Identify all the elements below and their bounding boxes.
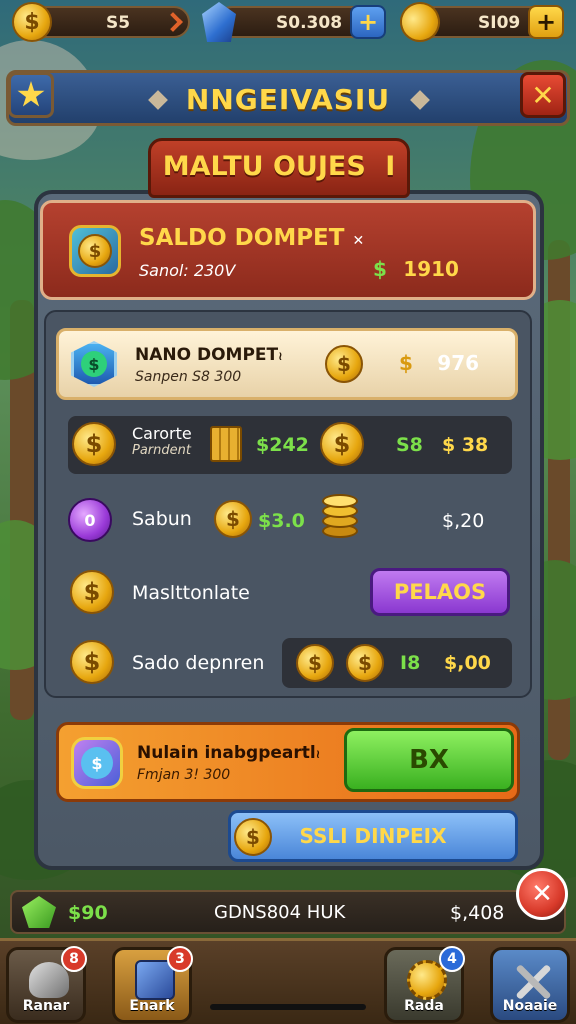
nav-item-noaaie[interactable]: Noaaie <box>490 947 570 1023</box>
nano-value: $ 976 <box>399 351 480 375</box>
green-gem-icon <box>22 896 56 928</box>
home-indicator <box>210 1004 366 1010</box>
coin-icon: $ <box>346 644 384 682</box>
sado-label: Sado depnren <box>132 652 265 674</box>
page-title: NNGEIVASIU <box>185 83 391 116</box>
coin-icon: $ <box>12 2 52 42</box>
coin-icon: $ <box>296 644 334 682</box>
nav-item-ranar[interactable]: Ranar 8 <box>6 946 87 1023</box>
maslttonlate-label: Maslttonlate <box>132 582 250 604</box>
coin-icon: $ <box>320 422 364 466</box>
carorte-green-value-2: S8 <box>396 434 423 456</box>
wallet-title: SALDO DOMPET ✕ <box>139 225 365 251</box>
helmet-icon <box>29 962 69 998</box>
coin-stack-icon <box>320 494 360 542</box>
coins-counter: S5 <box>28 6 190 38</box>
coins-value: S5 <box>106 13 131 33</box>
coin-icon: $ <box>72 422 116 466</box>
sabun-value: $,20 <box>442 510 485 532</box>
gold-value: SI09 <box>478 13 521 33</box>
plus-icon: + <box>357 8 379 36</box>
close-icon: ✕ <box>531 78 555 112</box>
add-gems-button[interactable]: + <box>350 5 386 39</box>
nano-title: NANO DOMPET≀ <box>135 345 283 365</box>
sabun-green-value: $3.0 <box>258 510 305 532</box>
list-item-nano-dompet[interactable]: $ NANO DOMPET≀ Sanpen S8 300 $ $ 976 <box>56 328 518 400</box>
footer-center-text: GDNS804 HUK <box>214 902 346 923</box>
coin-icon: $ <box>70 570 114 614</box>
list-item-maslttonlate[interactable]: $ Maslttonlate PELAOS <box>66 564 516 624</box>
nano-subtitle: Sanpen S8 300 <box>135 369 242 385</box>
nav-item-rada[interactable]: Rada 4 <box>384 946 465 1023</box>
wallet-balance-card: $ SALDO DOMPET ✕ Sanol: 230V $ 1910 <box>40 200 536 300</box>
close-button[interactable]: ✕ <box>520 72 566 118</box>
list-item-sado-depnren[interactable]: $ Sado depnren $ $ I8 $,00 <box>66 634 516 692</box>
gems-value: S0.308 <box>276 13 343 33</box>
gold-crate-icon <box>210 426 242 462</box>
coin-icon: $ <box>234 818 272 856</box>
add-gold-button[interactable]: + <box>528 5 564 39</box>
bx-button[interactable]: BX <box>344 728 514 792</box>
plus-icon: + <box>535 8 557 36</box>
wallet-subtitle: Sanol: 230V <box>139 261 236 280</box>
list-item-carorte[interactable]: $ Carorte Parndent $242 $ S8 $ 38 <box>68 416 512 474</box>
coin-icon: $ <box>214 500 252 538</box>
chevron-right-icon[interactable] <box>163 12 183 32</box>
purple-token-icon: 0 <box>68 498 112 542</box>
nano-shield-icon: $ <box>71 341 117 387</box>
panel-ribbon-suffix: I <box>385 151 396 182</box>
footer-right-value: $,408 <box>450 902 505 924</box>
wallet-coin-icon: $ <box>69 225 121 277</box>
promo-subtitle: Fmjan 3! 300 <box>137 767 231 783</box>
pelaos-button[interactable]: PELAOS <box>370 568 510 616</box>
carorte-gold-value: $ 38 <box>442 434 489 456</box>
carorte-label: Carorte Parndent <box>132 424 192 458</box>
bottom-nav: Ranar 8 Enark 3 Rada 4 Noaaie <box>0 938 576 1024</box>
wallet-value: $ 1910 <box>373 257 459 281</box>
nav-badge: 8 <box>61 946 87 972</box>
sado-gold-value: $,00 <box>444 652 491 674</box>
dismiss-button[interactable]: ✕ <box>516 868 568 920</box>
promo-title: Nulain inabgpeartl≀ <box>137 743 321 763</box>
promo-token-icon: $ <box>71 737 123 789</box>
coin-icon: $ <box>70 640 114 684</box>
sabun-label: Sabun <box>132 508 192 530</box>
star-icon <box>17 81 45 107</box>
favorites-button[interactable] <box>8 72 54 118</box>
carorte-green-value: $242 <box>256 434 309 456</box>
nav-badge: 3 <box>167 946 193 972</box>
top-resource-bar: S5 $ S0.308 + SI09 $ + <box>0 0 576 48</box>
nav-badge: 4 <box>439 946 465 972</box>
title-banner: NNGEIVASIU <box>6 70 570 126</box>
footer-left-value: $90 <box>68 902 108 924</box>
footer-summary-bar: $90 GDNS804 HUK $,408 <box>10 890 566 934</box>
nav-item-enark[interactable]: Enark 3 <box>112 946 193 1023</box>
close-icon: ✕ <box>531 879 553 909</box>
sado-green-value: I8 <box>400 652 421 674</box>
panel-ribbon: MALTU OUJES I <box>148 138 410 198</box>
coin-icon: $ <box>325 345 363 383</box>
panel-ribbon-title: MALTU OUJES <box>162 151 366 182</box>
list-item-sabun[interactable]: 0 Sabun $ $3.0 $,20 <box>66 490 516 550</box>
